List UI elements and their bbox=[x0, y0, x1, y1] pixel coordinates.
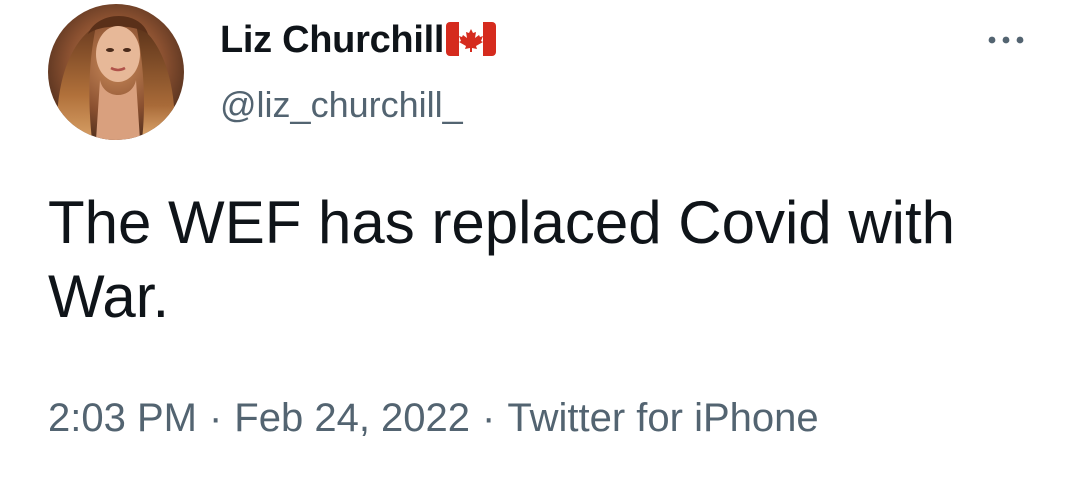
more-options-icon[interactable] bbox=[982, 20, 1030, 60]
avatar[interactable] bbox=[48, 4, 184, 140]
avatar-image bbox=[48, 4, 184, 140]
canada-flag-icon bbox=[446, 21, 497, 61]
user-handle[interactable]: @liz_churchill_ bbox=[220, 84, 496, 126]
display-name[interactable]: Liz Churchill bbox=[220, 19, 444, 62]
tweet-text: The WEF has replaced Covid with War. bbox=[48, 189, 956, 330]
tweet-source[interactable]: Twitter for iPhone bbox=[507, 396, 818, 440]
tweet-card: Liz Churchill @liz_churchill_ The WEF ha… bbox=[0, 0, 1080, 477]
tweet-time[interactable]: 2:03 PM bbox=[48, 396, 197, 440]
tweet-metadata: 2:03 PM · Feb 24, 2022 · Twitter for iPhone bbox=[48, 396, 819, 441]
meta-separator: · bbox=[208, 396, 223, 440]
meta-separator: · bbox=[482, 396, 496, 440]
tweet-date[interactable]: Feb 24, 2022 bbox=[234, 396, 470, 440]
author-block: Liz Churchill @liz_churchill_ bbox=[220, 14, 497, 126]
name-row: Liz Churchill bbox=[220, 14, 497, 66]
